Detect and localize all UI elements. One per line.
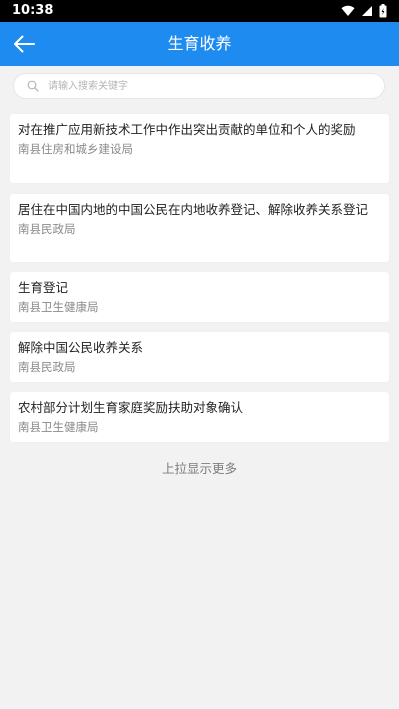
load-more-hint[interactable]: 上拉显示更多	[0, 458, 399, 480]
list-item[interactable]: 解除中国公民收养关系 南县民政局	[10, 332, 389, 382]
app-bar: 生育收养	[0, 22, 399, 66]
item-title: 农村部分计划生育家庭奖励扶助对象确认	[18, 400, 244, 415]
wifi-icon	[341, 5, 355, 17]
list-item[interactable]: 农村部分计划生育家庭奖励扶助对象确认 南县卫生健康局	[10, 392, 389, 442]
page-title: 生育收养	[167, 34, 232, 53]
status-bar: 10:38	[0, 0, 399, 22]
search-area	[0, 66, 399, 108]
list-item[interactable]: 生育登记 南县卫生健康局	[10, 272, 389, 322]
item-department: 南县卫生健康局	[18, 300, 99, 314]
list-item[interactable]: 居住在中国内地的中国公民在内地收养登记、解除收养关系登记 南县民政局	[10, 194, 389, 262]
list-item[interactable]: 对在推广应用新技术工作中作出突出贡献的单位和个人的奖励 南县住房和城乡建设局	[10, 114, 389, 183]
back-button[interactable]	[6, 26, 42, 62]
item-department: 南县民政局	[18, 222, 76, 236]
item-title: 解除中国公民收养关系	[18, 340, 144, 355]
item-department: 南县卫生健康局	[18, 420, 99, 434]
signal-icon	[362, 6, 372, 16]
item-title: 居住在中国内地的中国公民在内地收养登记、解除收养关系登记	[18, 202, 369, 217]
item-department: 南县民政局	[18, 360, 76, 374]
search-box[interactable]	[13, 73, 385, 99]
item-title: 生育登记	[18, 280, 69, 295]
search-icon	[27, 80, 39, 92]
search-input[interactable]	[48, 74, 368, 98]
item-title: 对在推广应用新技术工作中作出突出贡献的单位和个人的奖励	[18, 122, 356, 137]
status-icons	[341, 4, 387, 18]
battery-icon	[379, 4, 387, 18]
arrow-left-icon	[14, 35, 35, 53]
item-department: 南县住房和城乡建设局	[18, 142, 133, 156]
status-time: 10:38	[12, 3, 54, 18]
